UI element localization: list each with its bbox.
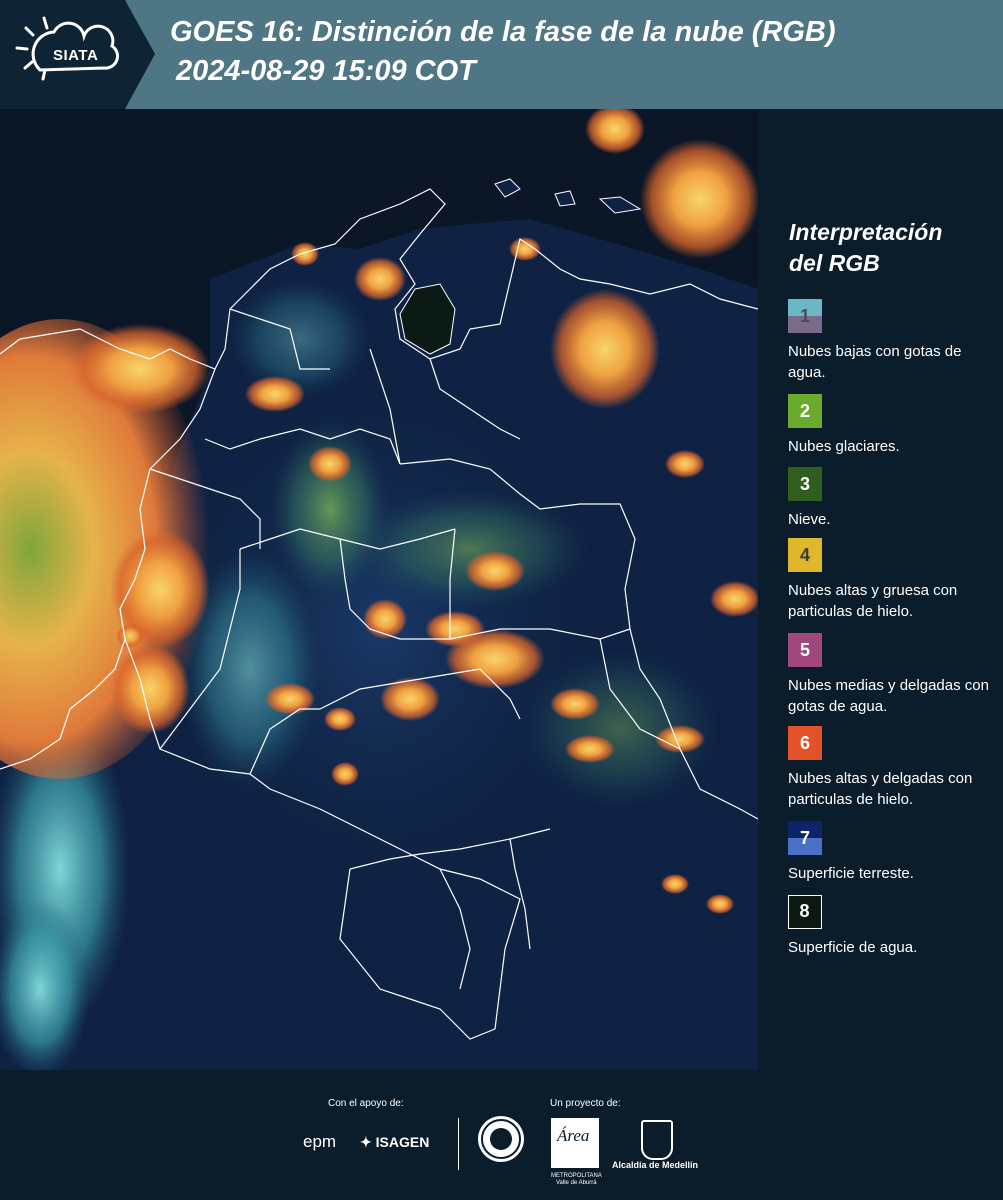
- legend-swatch-3: 3: [788, 467, 822, 501]
- seal-emblem: [481, 1119, 521, 1159]
- support-label: Con el apoyo de:: [328, 1098, 404, 1109]
- legend-swatch-4: 4: [788, 538, 822, 572]
- header-bar: SIATA GOES 16: Distinción de la fase de …: [0, 0, 1003, 109]
- legend-label: Nubes bajas con gotas de agua.: [788, 343, 962, 381]
- legend-item-1: 1 Nubes bajas con gotas de agua.: [788, 299, 1000, 383]
- footer-divider: [458, 1118, 459, 1170]
- legend-label: Nubes altas y delgadas con particulas de…: [788, 770, 973, 808]
- legend-swatch-6: 6: [788, 726, 822, 760]
- legend-swatch-5: 5: [788, 633, 822, 667]
- legend-panel: Interpretación del RGB 1 Nubes bajas con…: [759, 109, 1003, 1070]
- legend-number: 8: [799, 901, 810, 921]
- page-title: GOES 16: Distinción de la fase de la nub…: [170, 16, 836, 48]
- page-subtitle-datetime: 2024-08-29 15:09 COT: [176, 55, 476, 87]
- legend-number: 2: [799, 401, 810, 421]
- legend-item-3: 3 Nieve.: [788, 467, 1000, 530]
- legend-number: 7: [799, 828, 810, 848]
- area-logo-text: Área: [557, 1126, 590, 1145]
- legend-title-line1: Interpretación: [789, 219, 943, 245]
- epm-logo: epm: [303, 1132, 337, 1151]
- alcaldia-shield-icon: [641, 1120, 673, 1160]
- area-logo-sub1: METROPOLITANA: [551, 1173, 602, 1179]
- legend-title: Interpretación del RGB: [789, 217, 999, 279]
- legend-number: 6: [799, 733, 810, 753]
- legend-swatch-1: 1: [788, 299, 822, 333]
- legend-number: 1: [799, 306, 810, 326]
- legend-number: 4: [799, 545, 810, 565]
- legend-item-7: 7 Superficie terreste.: [788, 821, 1000, 884]
- isagen-logo: ✦ ISAGEN: [360, 1134, 429, 1151]
- area-metropolitana-logo: Área: [551, 1118, 599, 1168]
- legend-item-6: 6 Nubes altas y delgadas con particulas …: [788, 726, 1000, 810]
- legend-label: Superficie de agua.: [788, 939, 918, 956]
- satellite-image: [0, 109, 758, 1070]
- isagen-text: ISAGEN: [375, 1134, 430, 1150]
- footer: Con el apoyo de: Un proyecto de: epm ✦ I…: [0, 1070, 1003, 1200]
- legend-label: Nubes medias y delgadas con gotas de agu…: [788, 677, 989, 715]
- alcaldia-label: Alcaldía de Medellín: [612, 1160, 699, 1170]
- legend-item-2: 2 Nubes glaciares.: [788, 394, 1000, 457]
- legend-swatch-2: 2: [788, 394, 822, 428]
- logo-text: SIATA: [53, 47, 99, 64]
- legend-title-line2: del RGB: [789, 250, 880, 276]
- legend-number: 3: [799, 474, 810, 494]
- satellite-map[interactable]: [0, 109, 758, 1070]
- legend-swatch-8: 8: [788, 895, 822, 929]
- legend-label: Nieve.: [788, 511, 831, 528]
- siata-logo: SIATA: [0, 0, 155, 109]
- legend-label: Nubes altas y gruesa con particulas de h…: [788, 582, 958, 620]
- legend-item-4: 4 Nubes altas y gruesa con particulas de…: [788, 538, 1000, 622]
- legend-item-8: 8 Superficie de agua.: [788, 895, 1000, 958]
- isagen-icon: ✦: [360, 1134, 372, 1150]
- area-logo-sub2: Valle de Aburrá: [556, 1180, 597, 1186]
- project-label: Un proyecto de:: [550, 1098, 621, 1109]
- legend-item-5: 5 Nubes medias y delgadas con gotas de a…: [788, 633, 1000, 717]
- seal-icon: [478, 1116, 524, 1162]
- legend-label: Nubes glaciares.: [788, 438, 900, 455]
- legend-label: Superficie terreste.: [788, 865, 914, 882]
- legend-swatch-7: 7: [788, 821, 822, 855]
- legend-number: 5: [799, 640, 810, 660]
